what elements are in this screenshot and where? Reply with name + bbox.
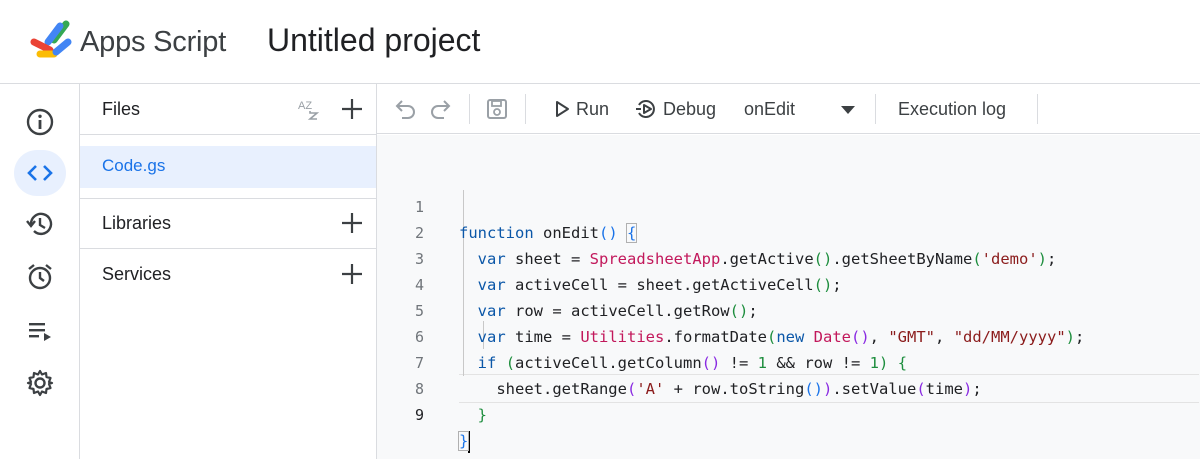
overview-button[interactable]: [14, 99, 66, 145]
executions-icon: [29, 323, 51, 341]
debug-icon: [636, 100, 655, 118]
code-text: }: [477, 406, 488, 424]
line-number: 9: [414, 406, 424, 424]
code-line: 2 var sheet = SpreadsheetApp.getActive()…: [377, 194, 1200, 268]
function-select-value: onEdit: [744, 99, 796, 119]
info-icon: [26, 108, 54, 136]
libraries-label: Libraries: [102, 212, 172, 233]
redo-icon[interactable]: [428, 97, 452, 121]
debug-label: Debug: [663, 98, 717, 119]
toolbar-divider: [1037, 94, 1038, 124]
save-icon[interactable]: [485, 97, 509, 121]
code-line: 9 }: [377, 376, 1200, 453]
services-label: Services: [102, 263, 172, 284]
services-row: Services: [80, 249, 376, 299]
editor-toolbar: Run Debug onEdit Execution log: [377, 84, 1200, 134]
chevron-down-icon: [841, 106, 855, 114]
code-line: 8 }: [377, 350, 1200, 424]
code-line: 6 if (activeCell.getColumn() != 1 && row…: [377, 298, 1200, 372]
add-service-icon[interactable]: [340, 262, 364, 286]
gear-icon: [26, 369, 54, 397]
files-label: Files: [102, 98, 141, 119]
code-line: 4 var row = activeCell.getRow();: [377, 246, 1200, 320]
execution-log-button[interactable]: Execution log: [898, 84, 1006, 134]
play-icon: [556, 101, 569, 117]
libraries-row: Libraries: [80, 198, 376, 248]
text-cursor: [468, 430, 471, 453]
navigation-rail: [0, 84, 80, 459]
history-icon: [26, 212, 53, 236]
files-header: Files AZ: [80, 84, 376, 134]
file-name: Code.gs: [102, 156, 166, 175]
undo-icon[interactable]: [394, 97, 418, 121]
divider: [80, 134, 376, 135]
project-history-button[interactable]: [14, 201, 66, 247]
toolbar-divider: [469, 94, 470, 124]
sort-label: AZ: [298, 100, 312, 112]
code-line: 3 var activeCell = sheet.getActiveCell()…: [377, 220, 1200, 294]
run-button[interactable]: Run: [554, 84, 609, 134]
settings-button[interactable]: [14, 360, 66, 406]
code-line: 7 sheet.getRange('A' + row.toString()).s…: [377, 324, 1200, 398]
app-name[interactable]: Apps Script: [80, 26, 226, 59]
file-item-code-gs[interactable]: Code.gs: [80, 146, 376, 188]
sort-az-icon[interactable]: AZ: [297, 97, 323, 121]
files-panel: Files AZ Code.gs Libraries Services: [80, 84, 377, 459]
code-line: 1 function onEdit() {: [377, 168, 1200, 243]
add-file-icon[interactable]: [340, 97, 364, 121]
code-icon: [27, 165, 53, 181]
run-label: Run: [576, 98, 610, 119]
code-text: }: [457, 428, 471, 454]
debug-button[interactable]: Debug: [635, 84, 716, 134]
app-header: Apps Script Untitled project: [0, 0, 1200, 84]
code-line: 5 var time = Utilities.formatDate(new Da…: [377, 272, 1200, 346]
apps-script-logo: [30, 20, 72, 58]
function-select[interactable]: onEdit: [744, 84, 860, 134]
editor-button[interactable]: [14, 150, 66, 196]
project-title[interactable]: Untitled project: [267, 22, 480, 59]
toolbar-divider: [525, 94, 526, 124]
triggers-button[interactable]: [14, 254, 66, 300]
add-library-icon[interactable]: [340, 211, 364, 235]
alarm-icon: [28, 264, 52, 290]
executions-button[interactable]: [14, 308, 66, 354]
code-editor[interactable]: 1 function onEdit() { 2 var sheet = Spre…: [377, 135, 1200, 459]
execution-log-label: Execution log: [898, 98, 1007, 119]
toolbar-divider: [875, 94, 876, 124]
